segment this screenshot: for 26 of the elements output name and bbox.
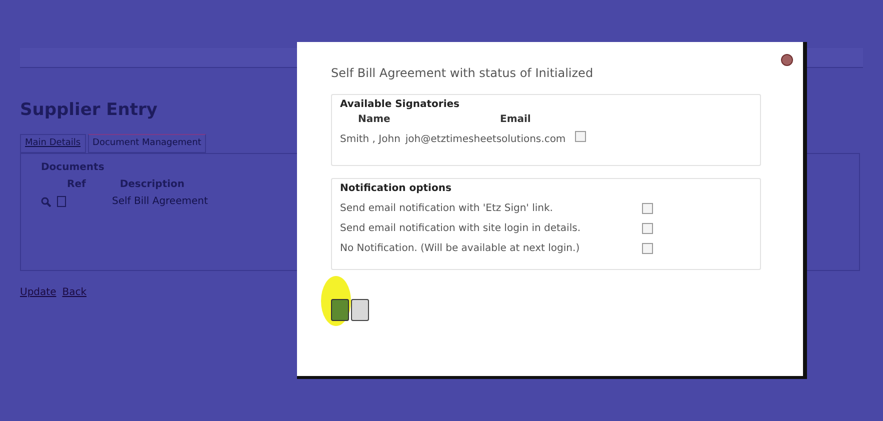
table-cell-text: Smith , John bbox=[340, 132, 400, 146]
link[interactable]: Update bbox=[20, 285, 56, 300]
checkbox[interactable] bbox=[574, 131, 586, 142]
column-header: Email bbox=[500, 113, 531, 127]
section-heading: Available Signatories bbox=[340, 98, 461, 112]
option-label: Send email notification with 'Etz Sign' link. bbox=[340, 202, 554, 216]
section-heading: Documents bbox=[41, 161, 106, 175]
column-header: Description bbox=[120, 178, 185, 192]
section-heading: Notification options bbox=[340, 182, 452, 196]
column-header: Name bbox=[357, 113, 392, 127]
tab[interactable]: Main Details bbox=[20, 134, 86, 153]
dialog-title: Self Bill Agreement with status of Initialized bbox=[331, 65, 594, 82]
checkbox[interactable] bbox=[642, 203, 653, 214]
table-cell-text: Self Bill Agreement bbox=[112, 195, 208, 209]
close-icon[interactable] bbox=[781, 54, 793, 66]
link[interactable]: Back bbox=[62, 285, 86, 300]
option-label: Send email notification with site login in details. bbox=[340, 222, 582, 236]
page-title: Supplier Entry bbox=[20, 99, 158, 122]
checkbox[interactable] bbox=[642, 223, 653, 234]
checkbox[interactable] bbox=[642, 243, 653, 254]
option-label: No Notification. (Will be available at next login.) bbox=[340, 242, 581, 256]
document-icon[interactable] bbox=[57, 196, 66, 207]
column-header: Ref bbox=[67, 178, 86, 192]
table-cell-text: joh@etztimesheetsolutions.com bbox=[405, 132, 566, 146]
magnifier-icon[interactable] bbox=[41, 196, 51, 206]
tab[interactable]: Document Management bbox=[88, 134, 206, 153]
